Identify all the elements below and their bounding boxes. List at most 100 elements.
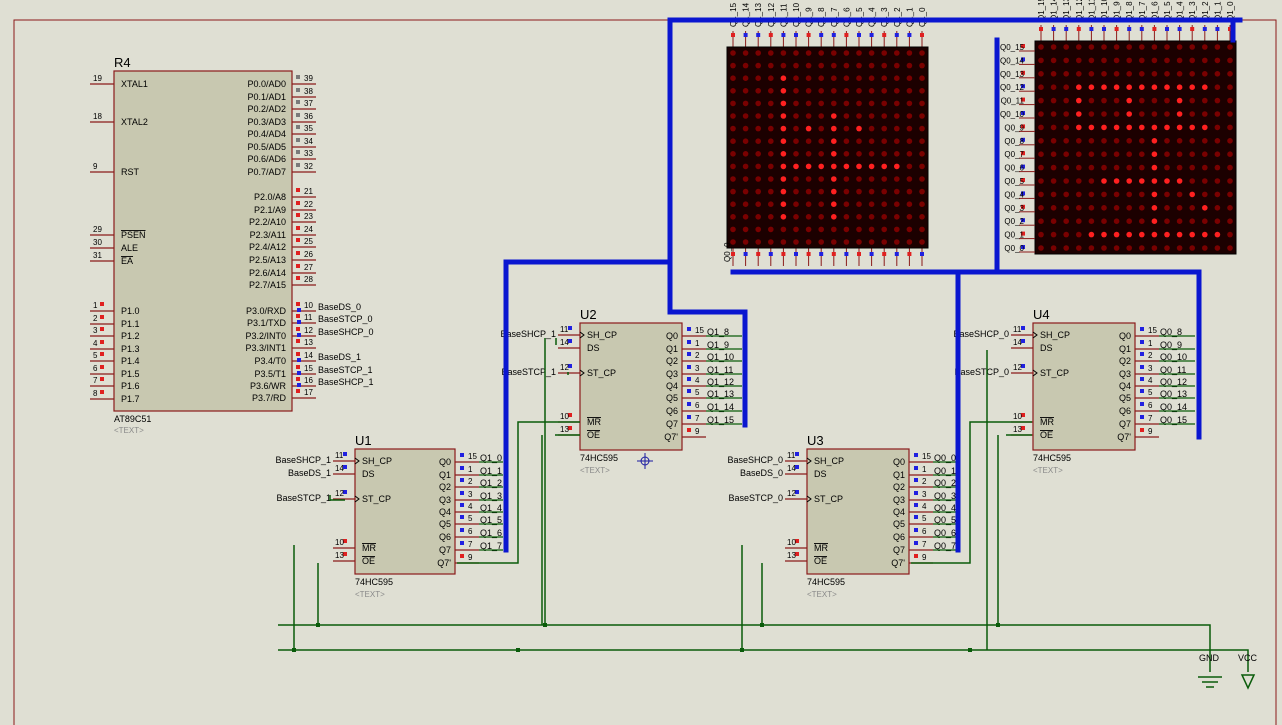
led-off [856, 113, 862, 119]
led-off [1076, 44, 1082, 50]
led-off [1063, 111, 1069, 117]
shift-register-u4[interactable]: U474HC595<TEXT>11SH_CPBaseSHCP_014DS12ST… [953, 307, 1195, 475]
led-off [1063, 57, 1069, 64]
led-off [881, 75, 887, 81]
led-off [1164, 218, 1170, 224]
matrix-column-label: Q1_5 [855, 7, 864, 27]
led-off [881, 239, 887, 245]
mcu-pin-marker [296, 163, 300, 167]
matrix-pin-marker [768, 252, 773, 256]
chip-pin-name: Q5 [439, 519, 451, 529]
mcu-pin-number: 1 [93, 301, 98, 310]
led-off [768, 163, 774, 170]
led-off [742, 151, 749, 157]
chip-pin-name: DS [362, 469, 375, 479]
led-off [1063, 205, 1069, 211]
led-on [780, 163, 787, 170]
mcu-pin-marker [296, 213, 300, 217]
led-off [730, 226, 736, 233]
led-off [742, 176, 749, 182]
mcu-pin-name: XTAL1 [121, 79, 148, 89]
led-on [1176, 231, 1183, 238]
led-off [1227, 205, 1233, 211]
led-off [755, 75, 761, 81]
mcu-pin-name: P2.3/A11 [250, 230, 286, 240]
led-off [1214, 97, 1221, 104]
led-off [730, 62, 736, 69]
mcu-pin-marker [296, 365, 300, 369]
led-off [818, 62, 824, 69]
led-off [868, 188, 875, 195]
led-off [919, 125, 925, 132]
led-on [1088, 124, 1095, 131]
led-on [780, 113, 787, 119]
matrix-pin-marker [1051, 27, 1056, 31]
chip-pin-marker [343, 452, 347, 456]
chip-pin-marker [460, 541, 464, 545]
led-off [1076, 191, 1082, 198]
u4-ctrl-wires [986, 350, 1032, 650]
led-off [1227, 138, 1233, 144]
mcu-pin-number: 31 [93, 251, 102, 260]
chip-pin-number: 2 [922, 477, 927, 486]
matrix-pin-marker [743, 252, 748, 256]
mcu-pin-marker [100, 377, 104, 381]
led-off [868, 214, 875, 220]
mcu-pin-name: XTAL2 [121, 117, 148, 127]
led-on [1151, 138, 1158, 144]
left-matrix[interactable]: Q1_15 Q1_14 Q1_13 Q1_12 Q1_11 Q1_10 Q1_9 Q1_8 Q1… [723, 2, 929, 266]
led-off [1189, 164, 1195, 171]
led-off [919, 201, 925, 207]
led-on [1113, 178, 1120, 184]
chip-pin-name: Q2 [893, 482, 905, 492]
led-off [1088, 191, 1095, 198]
led-on [1151, 84, 1158, 90]
shift-register-u1[interactable]: U174HC595<TEXT>11SH_CPBaseSHCP_114DSBase… [275, 433, 503, 599]
matrix-pin-marker [1152, 27, 1157, 31]
led-off [919, 239, 925, 245]
mcu-at89c51[interactable]: R4 AT89C51 <TEXT> 19XTAL118XTAL29RST29PS… [90, 55, 374, 435]
chip-pin-marker [914, 491, 918, 495]
led-off [1176, 71, 1183, 77]
matrix-column-label: Q1_15 [729, 2, 738, 27]
mcu-pin-number: 28 [304, 275, 313, 284]
led-on [856, 125, 862, 132]
led-off [818, 201, 824, 207]
chip-pin-marker [687, 389, 691, 393]
matrix-pin-marker [882, 33, 887, 37]
led-on [780, 75, 787, 81]
led-off [1176, 44, 1183, 50]
matrix-row-label: Q0_1 [1004, 231, 1024, 240]
led-off [1214, 245, 1221, 251]
led-off [1063, 138, 1069, 144]
chip-pin-number: 1 [1148, 339, 1153, 348]
matrix-row-label: Q0_9 [1004, 123, 1024, 132]
led-off [919, 188, 925, 195]
led-off [1101, 44, 1107, 50]
led-off [818, 151, 824, 157]
led-off [894, 88, 900, 94]
led-off [1176, 151, 1183, 157]
mcu-pin-name: P3.3/INT1 [245, 343, 286, 353]
mcu-pin-number: 9 [93, 162, 98, 171]
led-off [868, 138, 875, 144]
right-matrix[interactable]: Q1_15 Q1_14 Q1_13 Q1_12 Q1_11 Q1_10 Q1_9 Q1_8 Q1… [1000, 0, 1237, 255]
mcu-pin-number: 39 [304, 74, 313, 83]
chip-pin-name: ST_CP [1040, 368, 1069, 378]
junction [543, 623, 547, 627]
led-off [768, 50, 774, 56]
led-off [793, 125, 799, 132]
led-off [868, 75, 875, 81]
matrix-pin-marker [756, 252, 761, 256]
mcu-pin-name: P2.1/A9 [254, 205, 286, 215]
matrix-pin-marker [819, 252, 824, 256]
led-off [805, 226, 812, 233]
shift-register-u2[interactable]: U274HC595<TEXT>11SH_CPBaseSHCP_114DS12ST… [500, 307, 742, 475]
led-off [1050, 151, 1057, 157]
led-off [1176, 205, 1183, 211]
led-off [768, 239, 774, 245]
led-off [1202, 151, 1208, 157]
led-off [843, 151, 850, 157]
chip-pin-marker [795, 452, 799, 456]
matrix-pin-marker [1089, 27, 1094, 31]
